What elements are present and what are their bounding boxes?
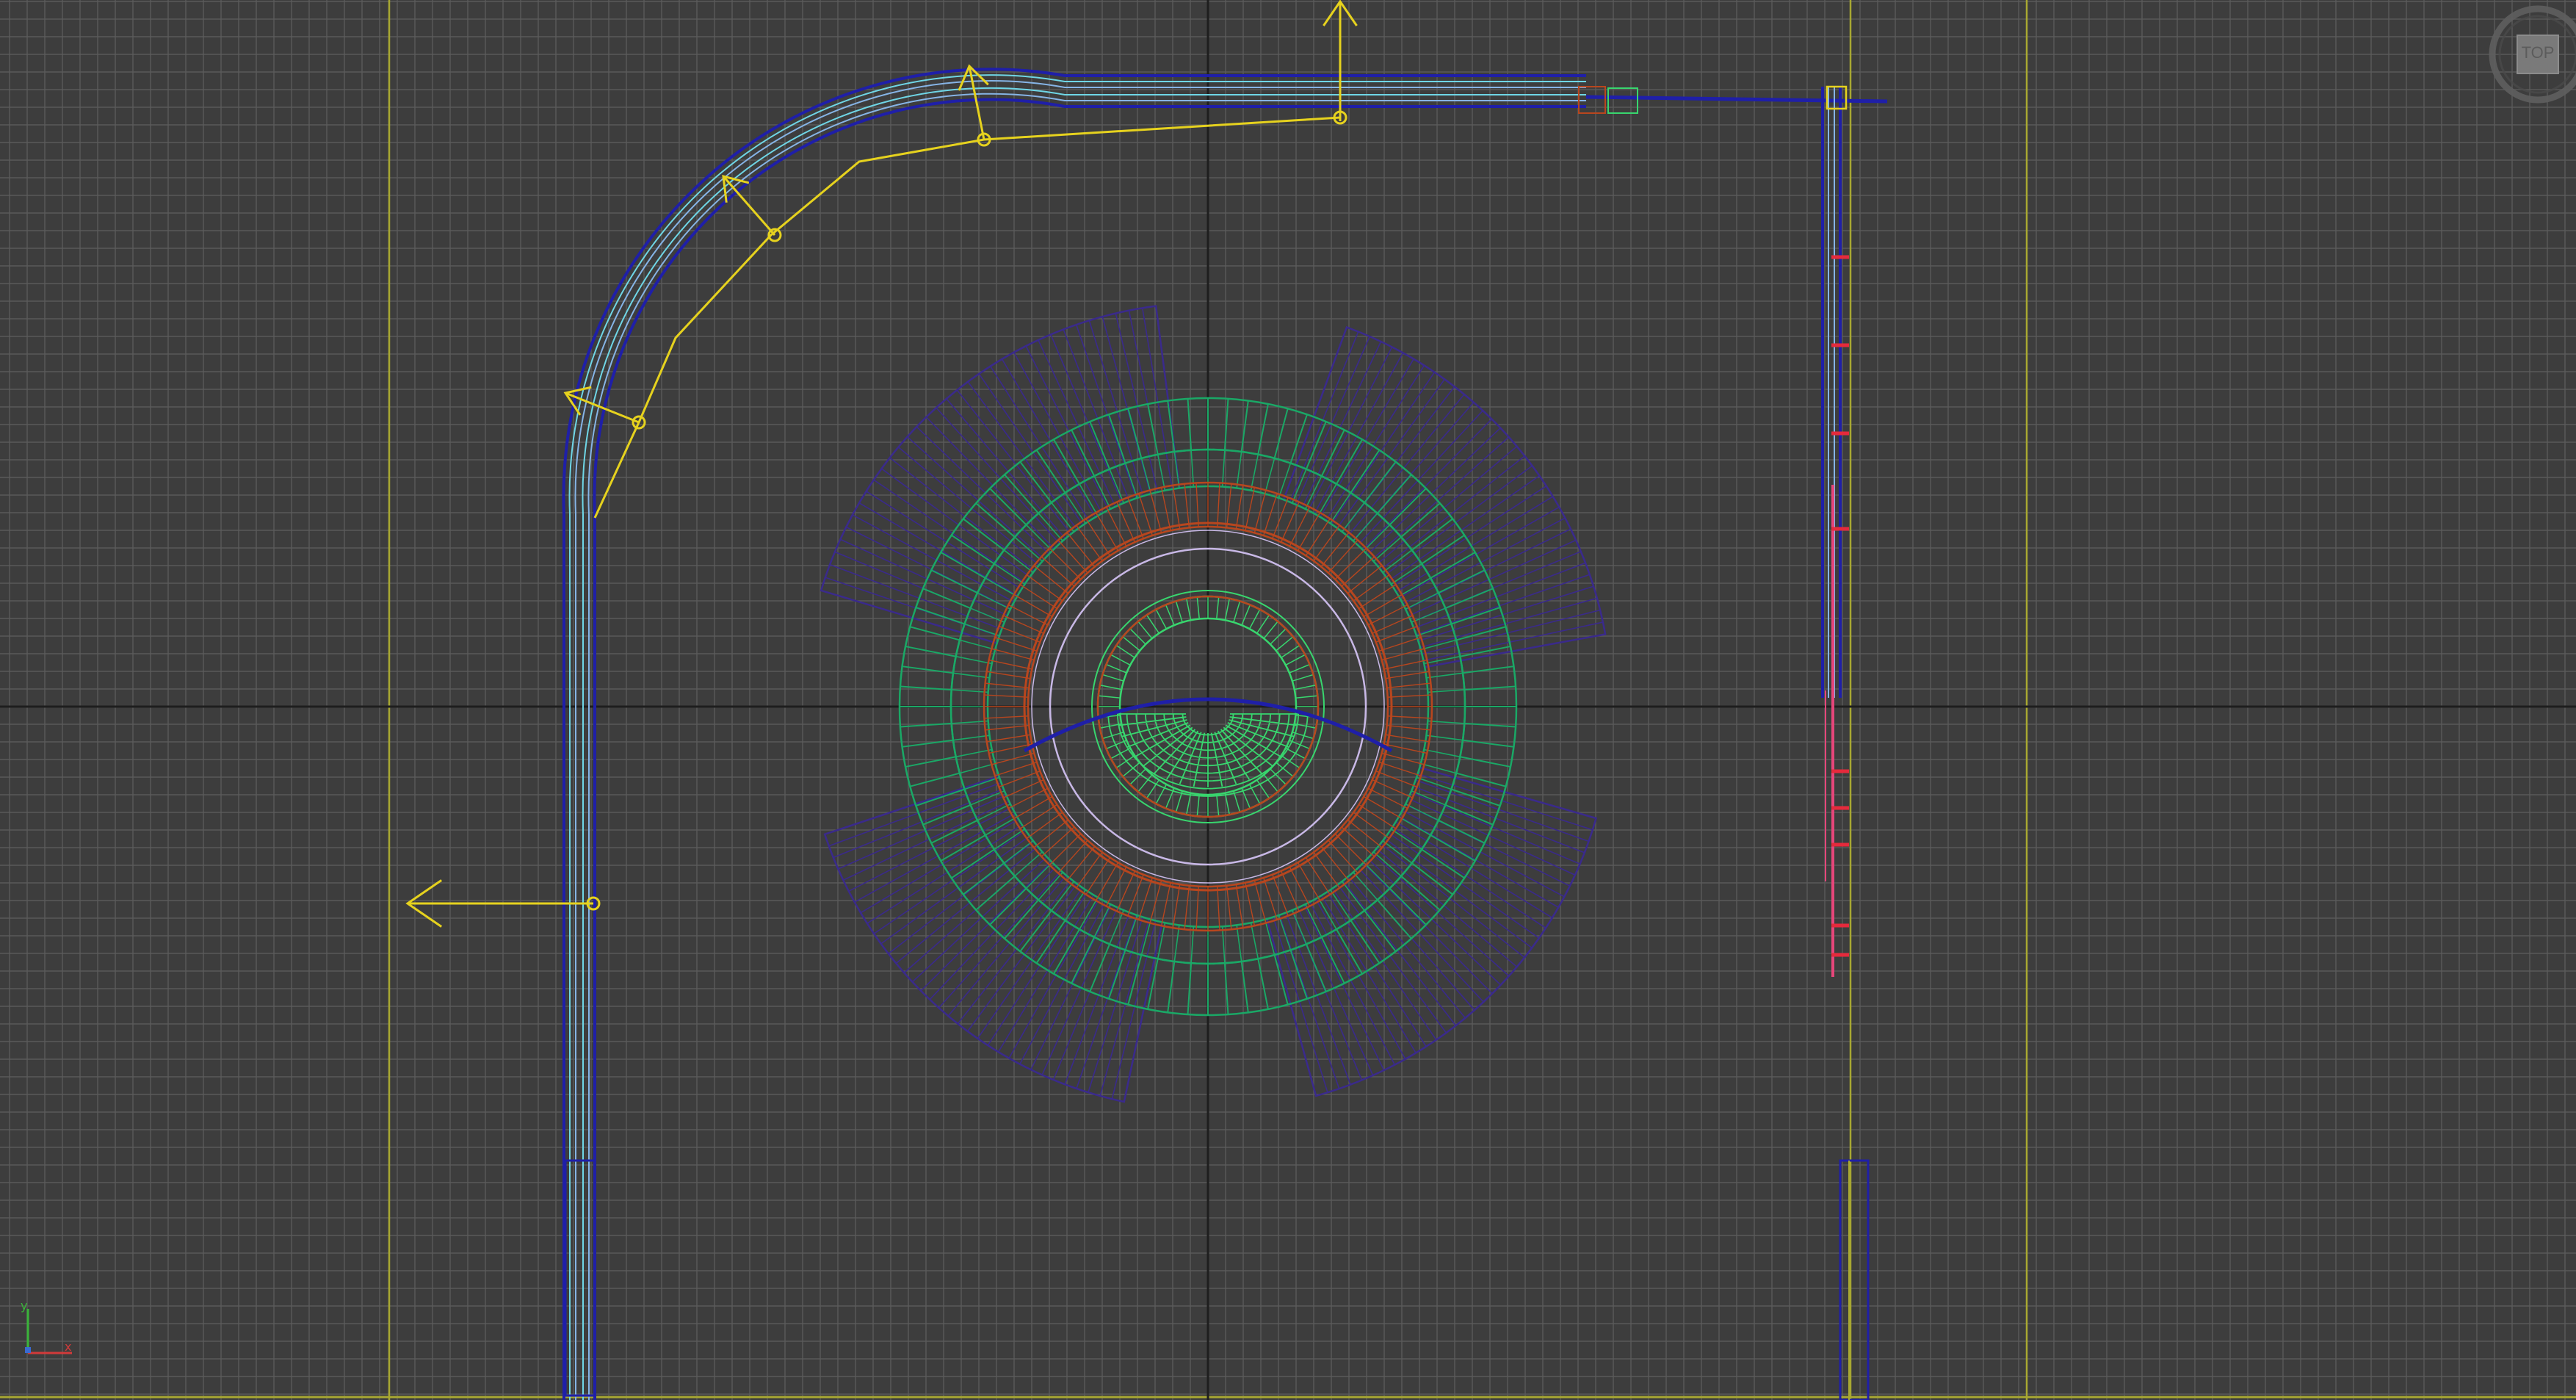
move-gizmo-arrow[interactable] <box>958 64 989 140</box>
yellow-guide-lines <box>0 0 2576 1400</box>
move-gizmo-arrow[interactable] <box>1323 0 1358 121</box>
world-origin-axes <box>0 0 2576 1400</box>
top-viewport[interactable]: TOP x y <box>0 0 2576 1400</box>
stair-fan-segment[interactable] <box>1282 325 1607 668</box>
axis-y-label: y <box>21 1299 28 1313</box>
move-gizmo-arrow[interactable] <box>405 879 593 928</box>
stair-fan-segment[interactable] <box>820 305 1181 645</box>
axis-x-label: x <box>65 1340 72 1354</box>
viewcube-icon[interactable] <box>2486 3 2576 106</box>
wireframe-scene[interactable] <box>0 0 2576 1400</box>
construction-grid <box>0 0 2576 1400</box>
spiral-stair-treads[interactable] <box>820 305 1607 1103</box>
